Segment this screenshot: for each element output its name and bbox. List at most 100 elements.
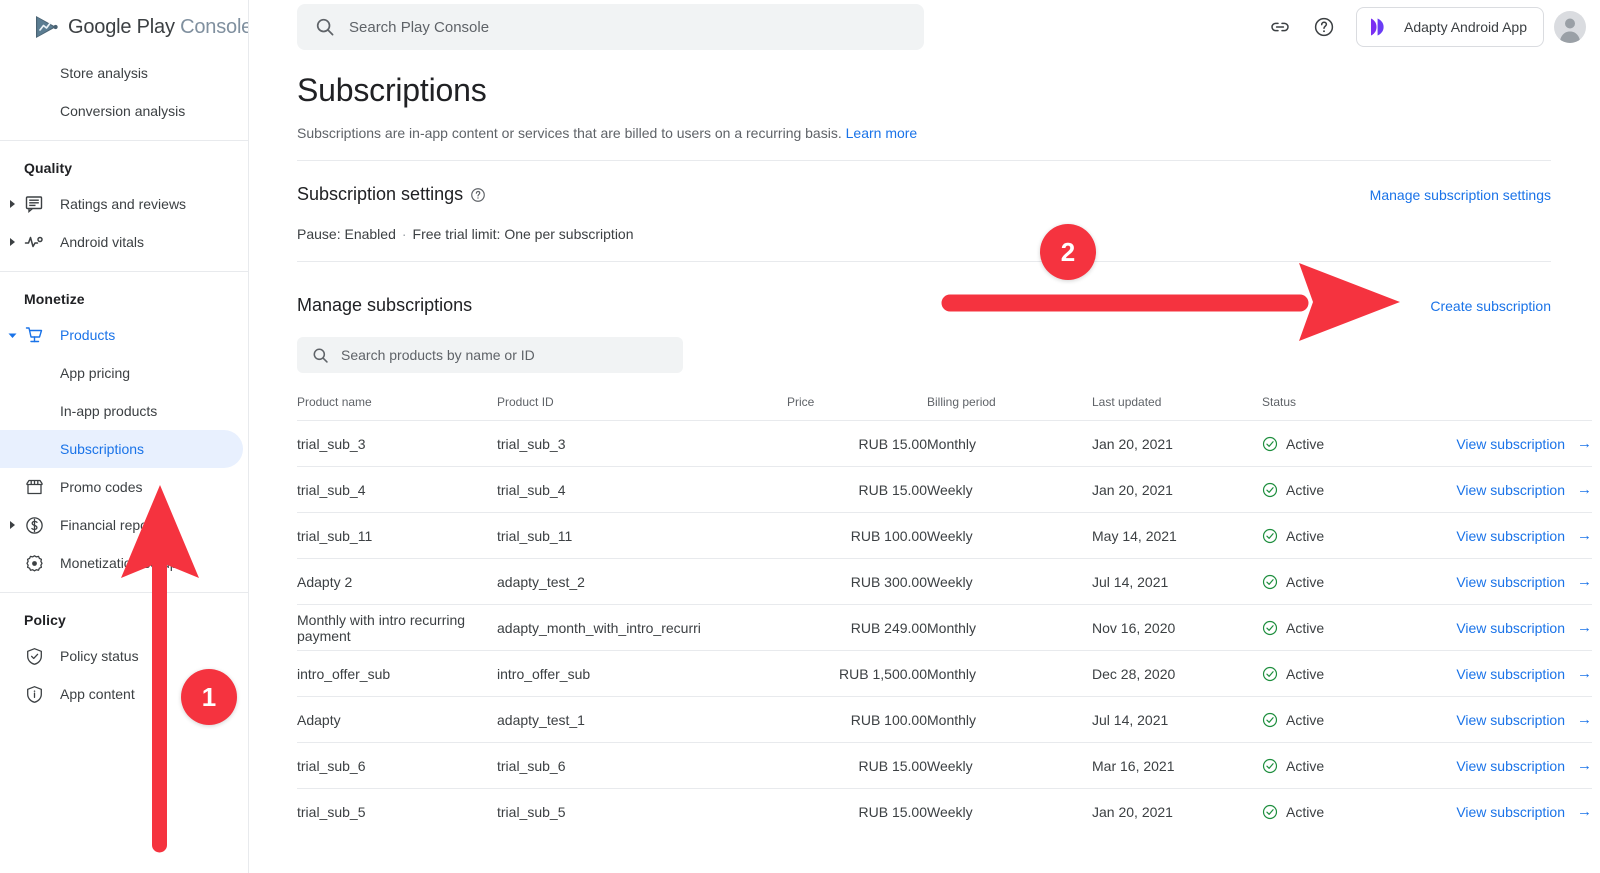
product-search-input[interactable]: Search products by name or ID bbox=[297, 337, 683, 373]
table-row[interactable]: trial_sub_3 trial_sub_3 RUB 15.00 Monthly Ja… bbox=[297, 420, 1592, 467]
status-label: Active bbox=[1286, 757, 1325, 774]
help-circle-icon[interactable] bbox=[470, 187, 486, 203]
sidebar-item-subscriptions[interactable]: Subscriptions bbox=[0, 430, 243, 468]
status-label: Active bbox=[1286, 619, 1325, 636]
chevron-down-icon[interactable] bbox=[6, 329, 18, 341]
cell-last-updated: Jan 20, 2021 bbox=[1092, 466, 1262, 513]
table-row[interactable]: Adapty 2 adapty_test_2 RUB 300.00 Weekly Jul… bbox=[297, 558, 1592, 605]
cell-product-name: trial_sub_5 bbox=[297, 788, 497, 835]
cell-product-id: intro_offer_sub bbox=[497, 650, 787, 697]
cell-last-updated: Jan 20, 2021 bbox=[1092, 788, 1262, 835]
status-badge: Active bbox=[1262, 574, 1432, 590]
policy-status-icon bbox=[24, 646, 44, 666]
cell-action[interactable]: View subscription → bbox=[1432, 696, 1592, 743]
cell-price: RUB 249.00 bbox=[787, 604, 927, 651]
sidebar-item-label: App content bbox=[60, 686, 135, 702]
brand-name-secondary: Console bbox=[180, 15, 249, 38]
cell-action[interactable]: View subscription → bbox=[1432, 604, 1592, 651]
view-subscription-label: View subscription bbox=[1456, 481, 1565, 498]
cell-action[interactable]: View subscription → bbox=[1432, 420, 1592, 467]
link-icon[interactable] bbox=[1258, 5, 1302, 49]
create-subscription-link[interactable]: Create subscription bbox=[1430, 298, 1551, 314]
arrow-right-icon: → bbox=[1577, 619, 1592, 636]
cell-last-updated: Dec 28, 2020 bbox=[1092, 650, 1262, 697]
cell-product-name: trial_sub_6 bbox=[297, 742, 497, 789]
cell-action[interactable]: View subscription → bbox=[1432, 742, 1592, 789]
product-search-placeholder: Search products by name or ID bbox=[341, 347, 535, 363]
divider bbox=[297, 160, 1551, 161]
sidebar-item-label: Conversion analysis bbox=[60, 103, 186, 119]
app-selector-chip[interactable]: Adapty Android App bbox=[1356, 7, 1544, 47]
view-subscription-link[interactable]: View subscription → bbox=[1456, 482, 1592, 498]
view-subscription-link[interactable]: View subscription → bbox=[1456, 574, 1592, 590]
cell-product-id: adapty_test_1 bbox=[497, 696, 787, 743]
subscription-settings-title: Subscription settings bbox=[297, 184, 464, 204]
cell-action[interactable]: View subscription → bbox=[1432, 512, 1592, 559]
status-badge: Active bbox=[1262, 758, 1432, 774]
sidebar-item-in-app-products[interactable]: In-app products bbox=[0, 392, 248, 430]
sidebar-item-monetization-setup[interactable]: Monetization setup bbox=[0, 544, 248, 582]
view-subscription-link[interactable]: View subscription → bbox=[1456, 528, 1592, 544]
column-header-status: Status bbox=[1262, 395, 1297, 409]
view-subscription-link[interactable]: View subscription → bbox=[1456, 804, 1592, 820]
manage-subscription-settings-link[interactable]: Manage subscription settings bbox=[1370, 187, 1551, 203]
global-search[interactable]: Search Play Console bbox=[297, 4, 924, 50]
sidebar-item-conversion-analysis[interactable]: Conversion analysis bbox=[0, 92, 248, 130]
chevron-right-icon[interactable] bbox=[6, 236, 18, 248]
table-row[interactable]: trial_sub_5 trial_sub_5 RUB 15.00 Weekly Jan… bbox=[297, 788, 1592, 835]
brand-logo[interactable]: Google Play Console bbox=[34, 15, 249, 39]
account-avatar-icon[interactable] bbox=[1554, 11, 1586, 43]
table-row[interactable]: intro_offer_sub intro_offer_sub RUB 1,500.… bbox=[297, 650, 1592, 697]
view-subscription-link[interactable]: View subscription → bbox=[1456, 666, 1592, 682]
cell-product-id: trial_sub_6 bbox=[497, 742, 787, 789]
table-row[interactable]: Adapty adapty_test_1 RUB 100.00 Monthly Jul … bbox=[297, 696, 1592, 743]
chevron-right-icon[interactable] bbox=[6, 198, 18, 210]
sidebar-item-label: In-app products bbox=[60, 403, 158, 419]
free-trial-setting: Free trial limit: One per subscription bbox=[412, 226, 634, 242]
status-label: Active bbox=[1286, 481, 1325, 498]
view-subscription-link[interactable]: View subscription → bbox=[1456, 758, 1592, 774]
sidebar-item-android-vitals[interactable]: Android vitals bbox=[0, 223, 248, 261]
sidebar-item-label: Store analysis bbox=[60, 65, 148, 81]
table-row[interactable]: trial_sub_6 trial_sub_6 RUB 15.00 Weekly Mar… bbox=[297, 742, 1592, 789]
table-header-row: Product name Product ID Price Billing pe… bbox=[297, 395, 1592, 421]
cell-last-updated: Jul 14, 2021 bbox=[1092, 558, 1262, 605]
table-row[interactable]: trial_sub_11 trial_sub_11 RUB 100.00 Weekly… bbox=[297, 512, 1592, 559]
cell-status: Active bbox=[1262, 420, 1432, 467]
cell-product-name: intro_offer_sub bbox=[297, 650, 497, 697]
cell-product-name: trial_sub_11 bbox=[297, 512, 497, 559]
manage-subscriptions-header: Manage subscriptions Create subscription bbox=[297, 295, 1551, 316]
help-circle-icon[interactable] bbox=[1302, 5, 1346, 49]
view-subscription-link[interactable]: View subscription → bbox=[1456, 436, 1592, 452]
check-circle-icon bbox=[1262, 758, 1278, 773]
cell-action[interactable]: View subscription → bbox=[1432, 466, 1592, 513]
sidebar-item-promo-codes[interactable]: Promo codes bbox=[0, 468, 248, 506]
brand-name-primary: Google Play bbox=[68, 15, 175, 38]
check-circle-icon bbox=[1262, 666, 1278, 681]
cell-action[interactable]: View subscription → bbox=[1432, 650, 1592, 697]
cell-action[interactable]: View subscription → bbox=[1432, 788, 1592, 835]
sidebar-item-ratings-and-reviews[interactable]: Ratings and reviews bbox=[0, 185, 248, 223]
annotation-badge-1: 1 bbox=[181, 669, 237, 725]
cell-billing-period: Weekly bbox=[927, 466, 1092, 513]
sidebar-item-label: Promo codes bbox=[60, 479, 143, 495]
chevron-right-icon[interactable] bbox=[6, 519, 18, 531]
search-icon bbox=[313, 348, 328, 363]
sidebar-item-store-analysis[interactable]: Store analysis bbox=[0, 54, 248, 92]
sidebar-item-app-pricing[interactable]: App pricing bbox=[0, 354, 248, 392]
table-row[interactable]: trial_sub_4 trial_sub_4 RUB 15.00 Weekly Jan… bbox=[297, 466, 1592, 513]
table-row[interactable]: Monthly with intro recurring payment adap… bbox=[297, 604, 1592, 651]
status-badge: Active bbox=[1262, 436, 1432, 452]
view-subscription-link[interactable]: View subscription → bbox=[1456, 712, 1592, 728]
learn-more-link[interactable]: Learn more bbox=[846, 125, 918, 141]
arrow-right-icon: → bbox=[1577, 481, 1592, 498]
cell-billing-period: Weekly bbox=[927, 512, 1092, 559]
topbar-actions: Adapty Android App bbox=[1258, 0, 1586, 54]
sidebar-item-financial-reports[interactable]: Financial reports bbox=[0, 506, 248, 544]
view-subscription-link[interactable]: View subscription → bbox=[1456, 620, 1592, 636]
cell-product-name: Monthly with intro recurring payment bbox=[297, 604, 497, 651]
status-label: Active bbox=[1286, 711, 1325, 728]
topbar: Search Play Console Adapty Android App bbox=[249, 0, 1600, 54]
cell-action[interactable]: View subscription → bbox=[1432, 558, 1592, 605]
sidebar-item-products[interactable]: Products bbox=[0, 316, 248, 354]
